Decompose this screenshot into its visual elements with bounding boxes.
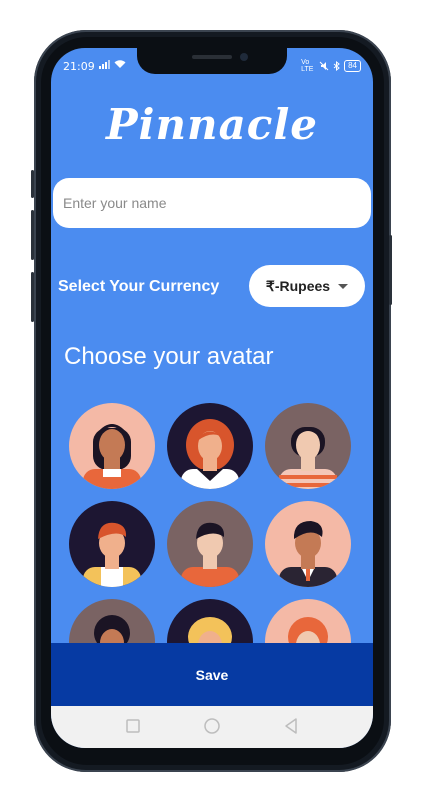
currency-dropdown[interactable]: ₹-Rupees [249, 265, 365, 307]
man-avatar-icon [181, 522, 239, 587]
status-right: Vo LTE 84 [301, 59, 361, 73]
battery-icon: 84 [344, 60, 361, 72]
app-screen: 21:09 Vo LTE 84 Pinnacle Select Your [51, 48, 373, 748]
circle-nav-icon[interactable] [202, 716, 222, 736]
save-button[interactable]: Save [51, 643, 373, 706]
woman-avatar-icon [181, 419, 239, 489]
square-nav-icon[interactable] [123, 716, 143, 736]
avatar-option-5[interactable] [167, 501, 253, 587]
app-title: Pinnacle [105, 100, 319, 149]
avatar-heading: Choose your avatar [64, 343, 274, 370]
camera-notch [137, 48, 287, 74]
front-camera [240, 53, 248, 61]
power-button [389, 235, 392, 305]
avatar-option-4[interactable] [69, 501, 155, 587]
currency-selected-value: ₹-Rupees [265, 277, 331, 294]
man-avatar-icon [279, 521, 337, 587]
volte-label: Vo LTE [301, 59, 314, 73]
wifi-icon [114, 60, 126, 68]
avatar-option-3[interactable] [265, 403, 351, 489]
man-avatar-icon [83, 522, 141, 587]
speaker-grille [192, 55, 232, 59]
woman-avatar-icon [279, 427, 337, 489]
avatar-option-6[interactable] [265, 501, 351, 587]
save-button-label: Save [195, 666, 229, 683]
volume-button-extra [31, 272, 34, 322]
system-navigation-bar [51, 706, 373, 748]
status-time: 21:09 [63, 60, 95, 73]
back-nav-icon[interactable] [281, 716, 301, 736]
avatar-option-1[interactable] [69, 403, 155, 489]
mute-icon [319, 61, 329, 71]
signal-icon [99, 60, 110, 69]
currency-label: Select Your Currency [58, 278, 220, 295]
name-input[interactable] [53, 178, 371, 228]
woman-avatar-icon [83, 424, 141, 489]
signal-icons [99, 60, 126, 69]
volume-button-up [31, 170, 34, 198]
chevron-down-icon [338, 283, 349, 289]
bluetooth-icon [333, 61, 340, 71]
volume-button-down [31, 210, 34, 260]
avatar-option-2[interactable] [167, 403, 253, 489]
